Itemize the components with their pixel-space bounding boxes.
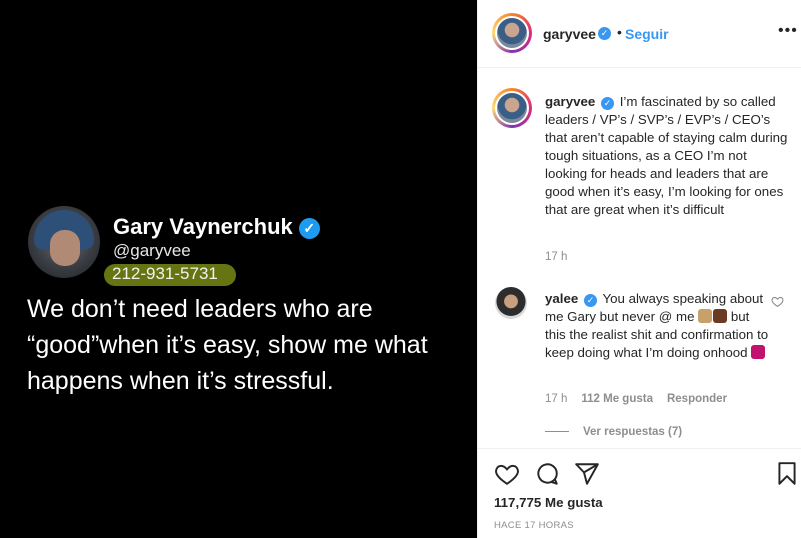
author-username[interactable]: garyvee	[543, 26, 596, 42]
comment-username[interactable]: yalee	[545, 291, 578, 306]
post-header: garyvee ✓ • Seguir •••	[478, 0, 801, 68]
post-likes-count[interactable]: 117,775 Me gusta	[494, 495, 603, 510]
comment: yalee ✓ You always speaking about me Gar…	[545, 290, 770, 362]
post-timestamp[interactable]: HACE 17 HORAS	[494, 520, 574, 531]
verified-badge-icon: ✓	[598, 27, 611, 40]
comment-icon[interactable]	[534, 461, 560, 487]
comment-likes[interactable]: 112 Me gusta	[581, 393, 653, 405]
comment-timestamp[interactable]: 17 h	[545, 393, 567, 405]
view-replies-button[interactable]: Ver respuestas (7)	[545, 426, 682, 438]
post-sidebar: garyvee ✓ • Seguir ••• garyvee ✓ I’m fas…	[477, 0, 801, 538]
caption-author-avatar[interactable]	[492, 88, 532, 128]
follow-button[interactable]: Seguir	[625, 26, 669, 42]
heart-icon[interactable]	[494, 461, 520, 487]
more-options-icon[interactable]: •••	[778, 22, 798, 40]
tweet-phone-number: 212-931-5731	[112, 264, 218, 283]
hundred-emoji-icon	[751, 345, 766, 359]
hand-emoji-icon	[713, 309, 728, 323]
reply-button[interactable]: Responder	[667, 393, 727, 405]
caption-timestamp[interactable]: 17 h	[545, 251, 567, 263]
tweet-author-handle: @garyvee	[113, 241, 191, 260]
replies-line-divider	[545, 431, 569, 432]
commenter-avatar[interactable]	[495, 287, 527, 319]
author-avatar[interactable]	[492, 13, 532, 53]
caption-username[interactable]: garyvee	[545, 94, 595, 109]
view-replies-label: Ver respuestas (7)	[583, 426, 683, 438]
comment-like-heart-icon[interactable]	[771, 295, 784, 308]
tweet-author-name: Gary Vaynerchuk ✓	[113, 214, 320, 240]
verified-badge-icon: ✓	[298, 218, 320, 239]
action-bar: 117,775 Me gusta HACE 17 HORAS	[478, 448, 801, 538]
facepalm-emoji-icon	[698, 309, 713, 323]
separator-dot: •	[617, 24, 622, 40]
post-caption: garyvee ✓ I’m fascinated by so called le…	[545, 93, 790, 219]
caption-text: I’m fascinated by so called leaders / VP…	[545, 94, 788, 217]
bookmark-icon[interactable]	[774, 461, 800, 487]
tweet-author-avatar	[28, 206, 100, 278]
tweet-text: We don’t need leaders who are “good”when…	[27, 295, 428, 395]
comment-meta: 17 h 112 Me gusta Responder	[545, 393, 741, 405]
share-icon[interactable]	[574, 461, 600, 487]
verified-badge-icon: ✓	[600, 97, 614, 110]
verified-badge-icon: ✓	[583, 294, 597, 307]
post-image[interactable]: Gary Vaynerchuk ✓ @garyvee 212-931-5731 W…	[0, 0, 477, 538]
